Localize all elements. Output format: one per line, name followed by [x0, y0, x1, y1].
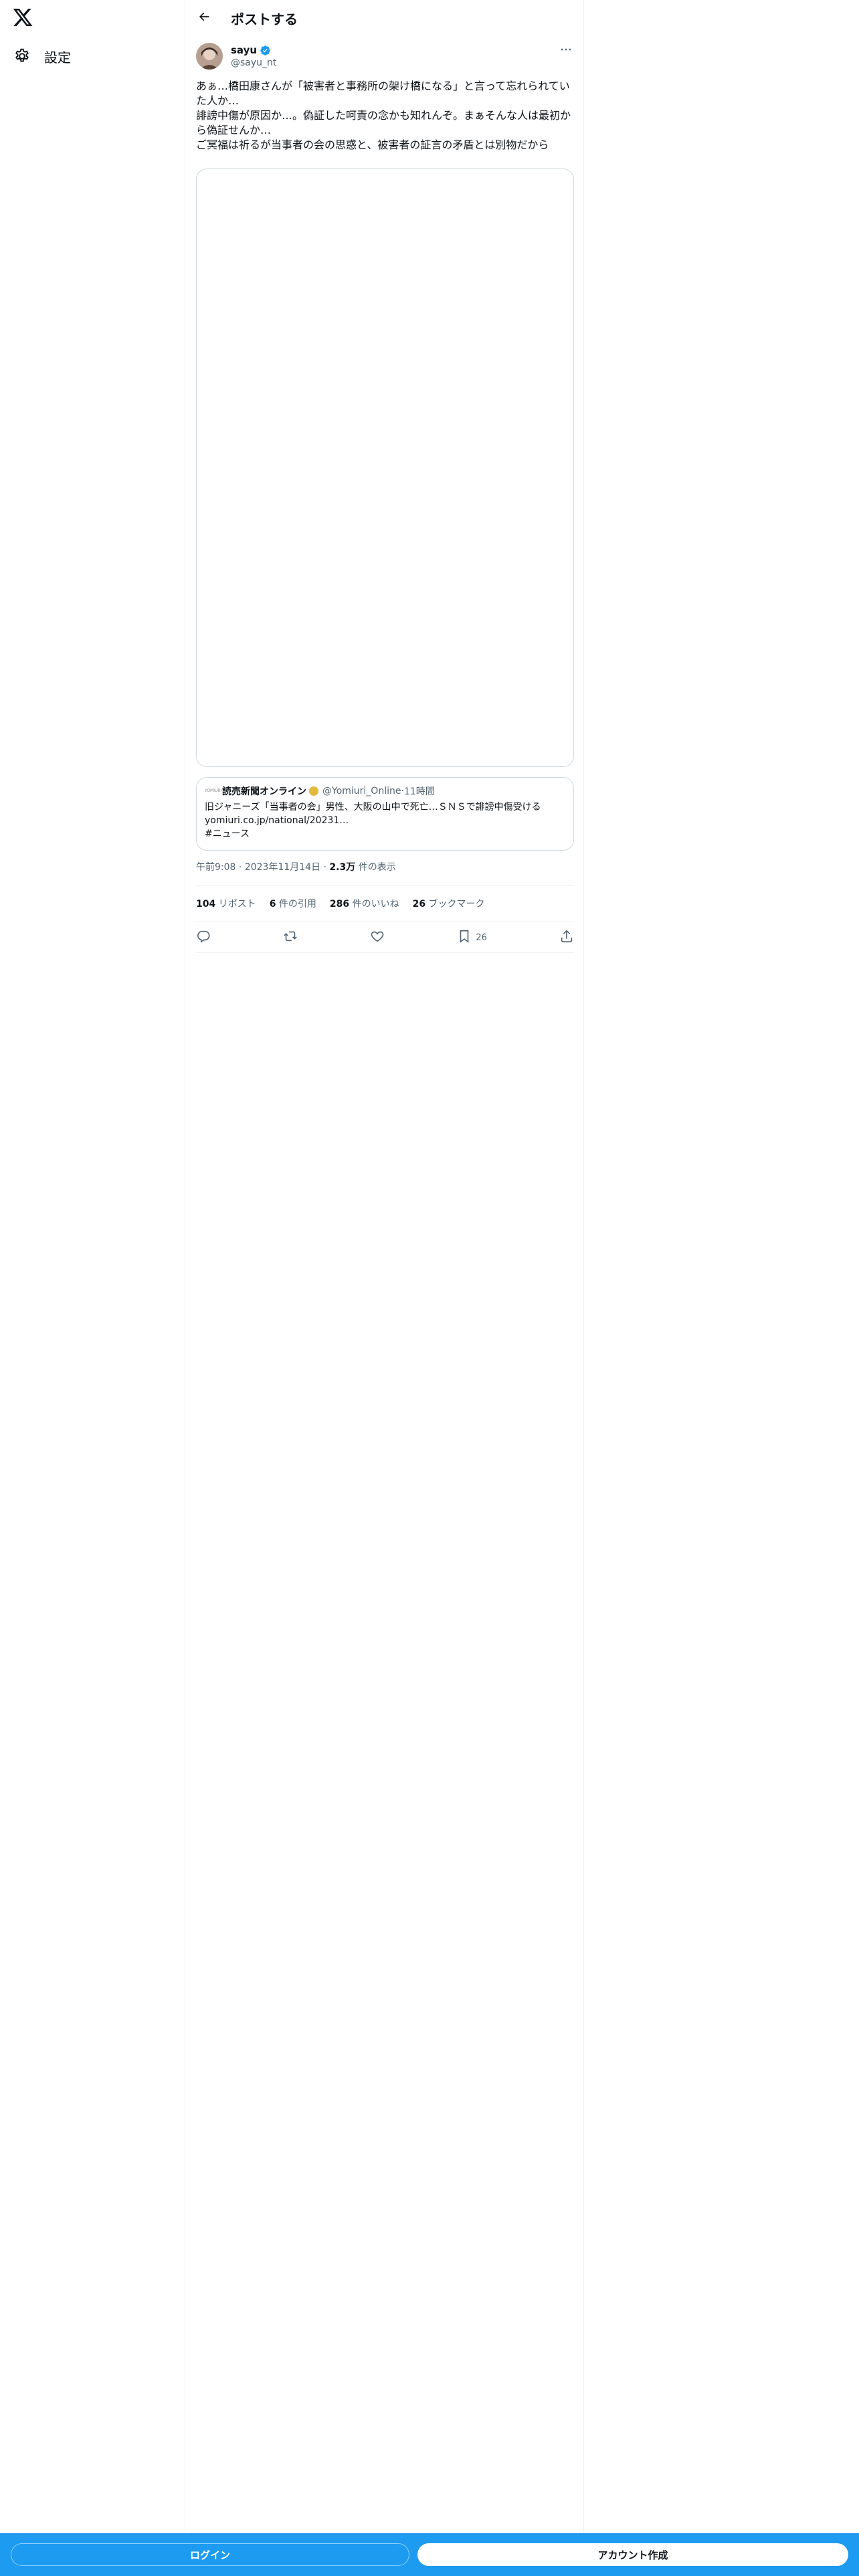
sidebar: 設定 [0, 0, 185, 2576]
sidebar-item-label: 設定 [44, 49, 71, 66]
stat-reposts[interactable]: 104 リポスト [196, 896, 256, 912]
gear-icon [13, 47, 31, 65]
media-card[interactable] [196, 169, 574, 767]
quoted-post-header: YOMIURI 読売新聞オンライン @Yomiuri_Online · 11時間 [205, 784, 565, 798]
reposts-count: 104 [196, 899, 216, 909]
stat-quotes[interactable]: 6 件の引用 [270, 896, 316, 912]
avatar[interactable] [196, 43, 223, 70]
post-actions: 26 [196, 923, 574, 952]
signup-button[interactable]: アカウント作成 [417, 2543, 848, 2566]
repost-icon [283, 929, 298, 946]
views-label: 件の表示 [355, 862, 396, 873]
like-button[interactable] [370, 927, 385, 948]
bookmark-button[interactable]: 26 [457, 927, 487, 948]
x-logo-icon[interactable] [12, 7, 33, 28]
page-title: ポストする [231, 11, 298, 27]
stat-likes[interactable]: 286 件のいいね [330, 896, 399, 912]
login-button[interactable]: ログイン [11, 2543, 409, 2566]
quoted-text-line: 旧ジャニーズ「当事者の会」男性、大阪の山中で死亡…ＳＮＳで誹謗中傷受ける [205, 802, 541, 813]
quotes-label: 件の引用 [276, 899, 316, 909]
main-column: ポストする sayu @sayu_nt あぁ…橋田康さんが「被害者と事務所の架け… [185, 0, 584, 2576]
author-name-text: sayu [231, 44, 258, 56]
likes-count: 286 [329, 899, 350, 909]
quoted-post[interactable]: YOMIURI 読売新聞オンライン @Yomiuri_Online · 11時間… [196, 777, 574, 851]
author-handle[interactable]: @sayu_nt [231, 58, 276, 68]
post-text: あぁ…橋田康さんが「被害者と事務所の架け橋になる」と言って忘れられていた人か… … [196, 79, 574, 152]
yomiuri-logo-icon: YOMIURI [205, 788, 222, 793]
post-time[interactable]: 午前9:08 [196, 862, 235, 873]
post-text-line: あぁ…橋田康さんが「被害者と事務所の架け橋になる」と言って忘れられていた人か… [196, 80, 570, 107]
post-stats: 104 リポスト 6 件の引用 286 件のいいね 26 ブックマーク [196, 896, 498, 912]
quoted-author-name: 読売新聞オンライン [222, 786, 306, 797]
more-horizontal-icon [559, 43, 573, 59]
gold-verified-badge-icon [309, 786, 318, 796]
quoted-hashtag[interactable]: #ニュース [205, 827, 565, 841]
quotes-count: 6 [269, 899, 276, 909]
reply-button[interactable] [196, 927, 211, 948]
quoted-link[interactable]: yomiuri.co.jp/national/20231… [205, 814, 565, 827]
post-date[interactable]: 2023年11月14日 [245, 862, 320, 873]
page-header: ポストする [185, 0, 585, 36]
heart-icon [370, 929, 385, 946]
author-name[interactable]: sayu [231, 44, 271, 56]
more-options-button[interactable] [558, 43, 574, 59]
bookmarks-label: ブックマーク [425, 899, 485, 909]
quoted-author-handle: @Yomiuri_Online [322, 786, 401, 796]
bookmarks-count: 26 [412, 899, 426, 909]
share-button[interactable] [559, 927, 574, 948]
back-button[interactable] [192, 6, 216, 30]
post-meta: 午前9:08 · 2023年11月14日 · 2.3万 件の表示 [196, 860, 396, 875]
sidebar-item-settings[interactable]: 設定 [13, 44, 71, 68]
verified-badge-icon [260, 45, 271, 56]
meta-separator: · [238, 862, 245, 873]
bottom-signup-bar: ログイン アカウント作成 [0, 2533, 859, 2576]
arrow-left-icon [197, 10, 211, 26]
bookmark-count: 26 [476, 932, 487, 943]
post-author: sayu @sayu_nt [196, 43, 574, 72]
reposts-label: リポスト [215, 899, 256, 909]
reply-icon [196, 929, 211, 946]
repost-button[interactable] [283, 927, 298, 948]
share-icon [559, 929, 574, 946]
divider [196, 885, 574, 886]
post-text-line: 誹謗中傷が原因か…。偽証した呵責の念かも知れんぞ。まぁそんな人は最初から偽証せん… [196, 109, 571, 136]
bookmark-icon [457, 929, 472, 946]
divider [196, 952, 574, 953]
stat-bookmarks[interactable]: 26 ブックマーク [413, 896, 485, 912]
likes-label: 件のいいね [349, 899, 399, 909]
quoted-time: 11時間 [403, 786, 435, 797]
quoted-post-body: 旧ジャニーズ「当事者の会」男性、大阪の山中で死亡…ＳＮＳで誹謗中傷受ける yom… [205, 800, 565, 841]
views-count: 2.3万 [329, 862, 356, 873]
post-text-line: ご冥福は祈るが当事者の会の思惑と、被害者の証言の矛盾とは別物だから [196, 138, 549, 151]
